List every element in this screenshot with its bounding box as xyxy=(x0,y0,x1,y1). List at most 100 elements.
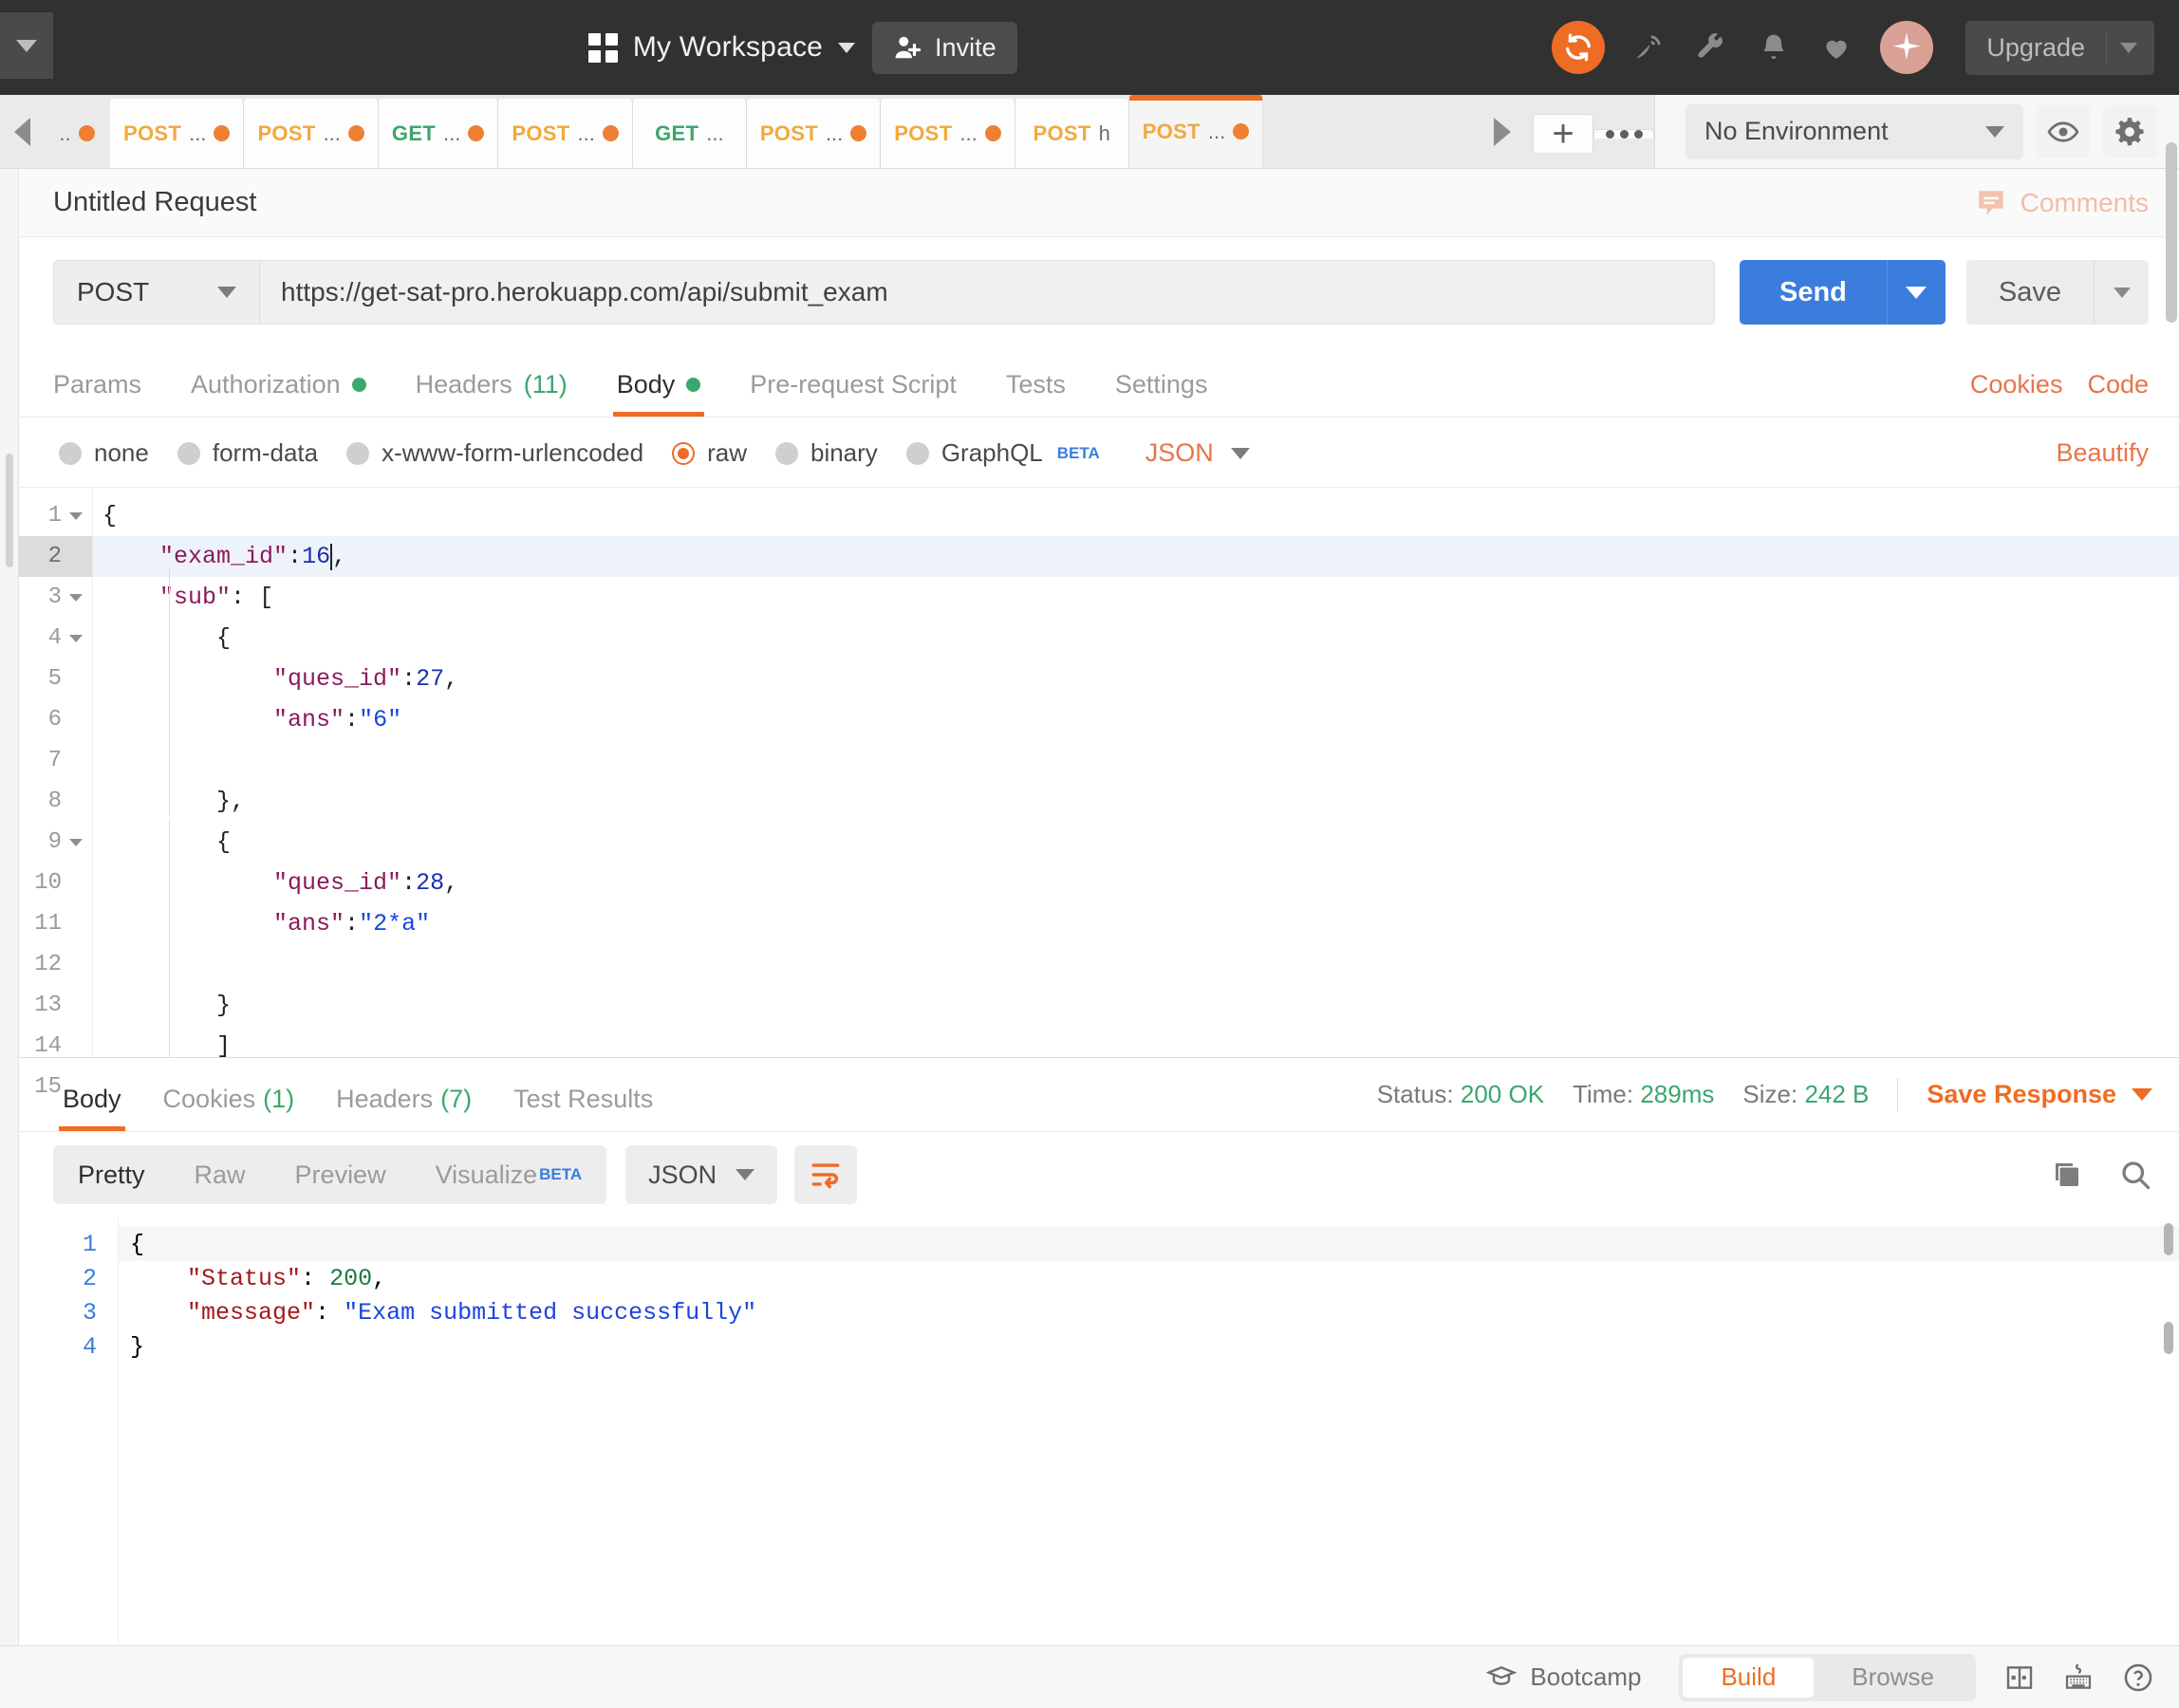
body-type-label: raw xyxy=(707,438,747,467)
build-mode-button[interactable]: Build xyxy=(1683,1657,1815,1698)
environment-selector[interactable]: No Environment xyxy=(1685,103,2023,159)
page-title[interactable]: Untitled Request xyxy=(53,187,256,218)
tab-label: Settings xyxy=(1114,370,1208,399)
fold-toggle-icon[interactable] xyxy=(69,838,83,846)
request-tab[interactable]: POST... xyxy=(110,99,245,168)
request-tab[interactable]: POST... xyxy=(746,99,882,168)
save-button[interactable]: Save xyxy=(1965,260,2094,325)
tab-body[interactable]: Body xyxy=(592,370,726,417)
sidebar-collapse-stub[interactable] xyxy=(0,12,53,79)
editor-code-line: "exam_id":16, xyxy=(93,536,2179,577)
response-format-select[interactable]: JSON xyxy=(625,1145,778,1204)
response-tab-test-results[interactable]: Test Results xyxy=(493,1085,674,1131)
body-type-x-www-form-urlencoded[interactable]: x-www-form-urlencoded xyxy=(346,438,643,468)
chevron-down-icon xyxy=(838,42,856,53)
beautify-link[interactable]: Beautify xyxy=(2056,438,2149,468)
fold-toggle-icon[interactable] xyxy=(69,593,83,602)
invite-button[interactable]: Invite xyxy=(872,21,1017,74)
body-type-binary[interactable]: binary xyxy=(774,438,878,468)
tabs-scroll-right-button[interactable] xyxy=(1472,95,1533,168)
request-tab[interactable]: .. xyxy=(44,99,110,168)
bell-icon[interactable] xyxy=(1755,28,1793,66)
response-body-viewer[interactable]: 1 2 3 4 { "Status": 200, "message": "Exam s… xyxy=(19,1217,2179,1645)
request-tab-method: POST xyxy=(512,121,570,145)
request-tab[interactable]: POST... xyxy=(244,99,379,168)
new-tab-button[interactable]: + xyxy=(1533,114,1593,153)
fold-toggle-icon[interactable] xyxy=(69,634,83,642)
request-tab[interactable]: GET... xyxy=(378,99,499,168)
tab-params[interactable]: Params xyxy=(53,370,166,417)
chevron-down-icon xyxy=(1906,286,1928,299)
request-tab[interactable]: POST... xyxy=(1128,95,1264,168)
request-tab[interactable]: POST h xyxy=(1015,99,1129,168)
editor-line-number-gutter: 1 2 3 4 5 6 7 8 9 10 11 12 13 14 15 xyxy=(19,488,93,1100)
editor-line-number: 2 xyxy=(19,536,92,577)
http-method-select[interactable]: POST xyxy=(53,260,260,325)
raw-format-select[interactable]: JSON xyxy=(1145,438,1250,468)
response-tab-cookies[interactable]: Cookies (1) xyxy=(142,1085,316,1131)
request-tab[interactable]: POST... xyxy=(881,99,1015,168)
code-link[interactable]: Code xyxy=(2087,370,2149,399)
size-label: Size: xyxy=(1742,1080,1798,1108)
response-tab-label: Cookies xyxy=(162,1085,256,1113)
browse-mode-button[interactable]: Browse xyxy=(1814,1658,1972,1698)
workspace-selector[interactable]: My Workspace xyxy=(587,31,856,64)
response-tab-headers[interactable]: Headers (7) xyxy=(315,1085,493,1131)
copy-icon[interactable] xyxy=(2050,1158,2084,1192)
line-number-value: 10 xyxy=(34,870,62,896)
response-scroll-thumb[interactable] xyxy=(2164,1322,2173,1354)
search-icon[interactable] xyxy=(2118,1158,2152,1192)
send-button[interactable]: Send xyxy=(1739,260,1887,325)
tab-active-dot-icon xyxy=(686,378,701,392)
http-method-value: POST xyxy=(77,277,150,306)
tab-headers[interactable]: Headers (11) xyxy=(391,370,592,417)
send-options-button[interactable] xyxy=(1886,260,1946,325)
heart-icon[interactable] xyxy=(1817,28,1855,66)
upgrade-button[interactable]: Upgrade xyxy=(1965,21,2106,75)
response-tab-body[interactable]: Body xyxy=(42,1085,142,1131)
tabs-scroll-left-button[interactable] xyxy=(0,95,44,168)
help-icon[interactable] xyxy=(2122,1662,2154,1694)
response-view-visualize[interactable]: Visualize BETA xyxy=(411,1145,607,1204)
request-tab[interactable]: GET... xyxy=(632,99,747,168)
tab-settings[interactable]: Settings xyxy=(1090,370,1233,417)
keyboard-icon[interactable] xyxy=(2063,1662,2094,1693)
upgrade-menu-button[interactable] xyxy=(2106,29,2154,65)
response-view-raw[interactable]: Raw xyxy=(170,1145,270,1204)
request-tab[interactable]: POST... xyxy=(498,99,633,168)
environment-quick-look-button[interactable] xyxy=(2037,104,2090,158)
environment-settings-button[interactable] xyxy=(2103,104,2156,158)
request-body-editor[interactable]: 1 2 3 4 5 6 7 8 9 10 11 12 13 14 15 { "exam_id":16, "s… xyxy=(19,487,2179,1100)
save-response-button[interactable]: Save Response xyxy=(1927,1080,2152,1109)
body-type-graphql[interactable]: GraphQL BETA xyxy=(905,438,1100,468)
response-view-preview[interactable]: Preview xyxy=(270,1145,411,1204)
body-type-form-data[interactable]: form-data xyxy=(177,438,318,468)
bootcamp-button[interactable]: Bootcamp xyxy=(1486,1662,1641,1693)
body-type-raw[interactable]: raw xyxy=(672,438,747,468)
wrench-icon[interactable] xyxy=(1692,28,1730,66)
sidebar-resize-handle[interactable] xyxy=(6,454,13,567)
editor-code-area[interactable]: { "exam_id":16, "sub": [ { "ques_id":27,… xyxy=(93,488,2179,1057)
response-view-pretty[interactable]: Pretty xyxy=(53,1145,170,1204)
page-scrollbar-thumb[interactable] xyxy=(2166,142,2177,323)
tab-pre-request-script[interactable]: Pre-request Script xyxy=(725,370,981,417)
sync-icon[interactable] xyxy=(1552,21,1606,74)
save-options-button[interactable] xyxy=(2094,260,2149,325)
comments-button[interactable]: Comments xyxy=(1975,187,2149,219)
wrap-lines-button[interactable] xyxy=(794,1145,858,1204)
fold-toggle-icon[interactable] xyxy=(69,511,83,520)
body-type-none[interactable]: none xyxy=(59,438,149,468)
tab-authorization[interactable]: Authorization xyxy=(166,370,391,417)
tabs-overflow-button[interactable] xyxy=(1593,128,1654,139)
cookies-link[interactable]: Cookies xyxy=(1970,370,2063,399)
tab-tests[interactable]: Tests xyxy=(981,370,1090,417)
editor-line-number: 14 xyxy=(19,1026,92,1067)
two-pane-icon[interactable] xyxy=(2004,1662,2035,1693)
line-number-value: 3 xyxy=(47,585,62,610)
response-code-area[interactable]: { "Status": 200, "message": "Exam submit… xyxy=(118,1217,2179,1645)
response-scroll-thumb[interactable] xyxy=(2164,1223,2173,1255)
sparkle-icon[interactable] xyxy=(1880,21,1934,74)
satellite-icon[interactable] xyxy=(1630,28,1667,66)
save-control: Save xyxy=(1965,260,2149,325)
url-input[interactable]: https://get-sat-pro.herokuapp.com/api/su… xyxy=(260,260,1715,325)
